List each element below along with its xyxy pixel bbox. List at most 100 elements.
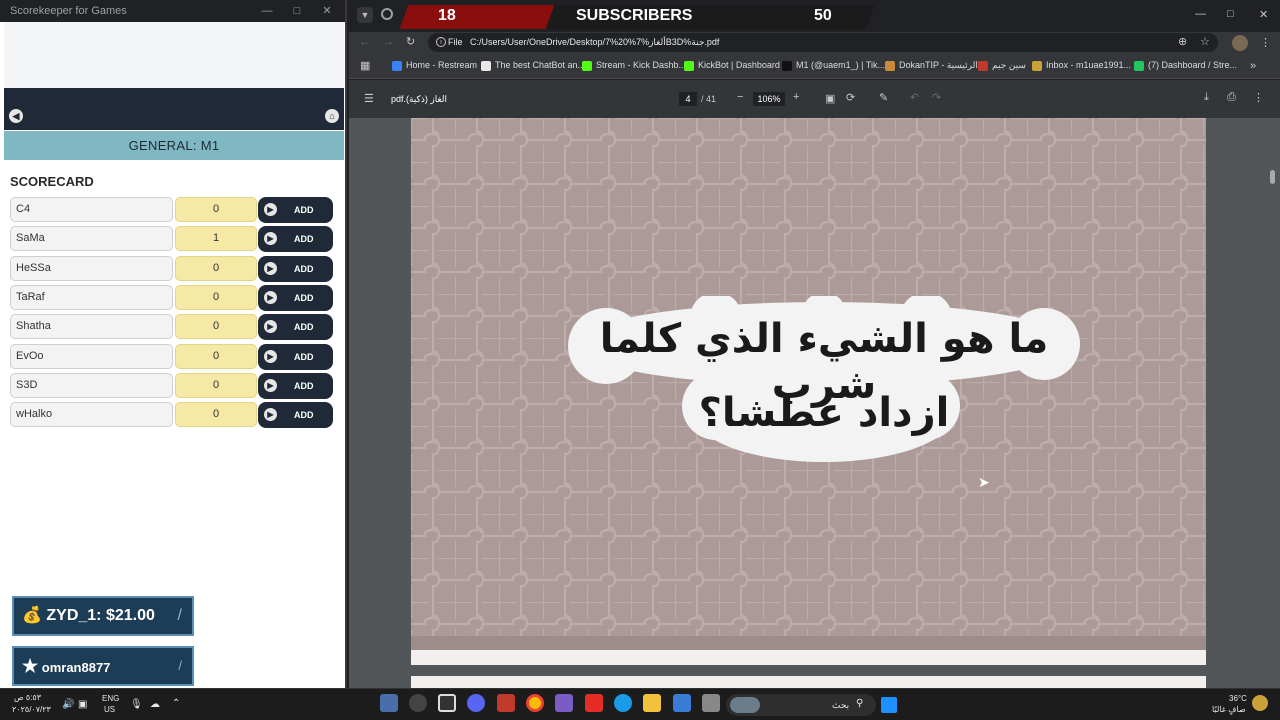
scrollbar-thumb[interactable] xyxy=(1270,170,1275,184)
taskbar-app-red[interactable] xyxy=(497,694,515,712)
bookmark-item[interactable]: The best ChatBot an... xyxy=(495,60,585,70)
player-name[interactable]: S3D xyxy=(10,372,173,398)
add-button[interactable]: ▶ ADD xyxy=(258,197,333,223)
taskbar-app-obs[interactable] xyxy=(409,694,427,712)
taskbar-app-capcut[interactable] xyxy=(438,694,456,712)
taskbar-app-youtube[interactable] xyxy=(585,694,603,712)
bookmark-item[interactable]: DokanTIP - الرئيسية xyxy=(899,60,978,71)
close-button[interactable]: ✕ xyxy=(312,0,342,22)
player-score[interactable]: 0 xyxy=(175,402,257,428)
minimize-button[interactable]: — xyxy=(252,0,282,22)
player-score[interactable]: 0 xyxy=(175,314,257,340)
taskbar-app-edge[interactable] xyxy=(614,694,632,712)
search-placeholder: بحث xyxy=(832,700,850,710)
monitor-icon[interactable]: ▣ xyxy=(78,699,87,710)
windows-start-icon[interactable] xyxy=(881,697,897,713)
annotate-icon[interactable]: ✎ xyxy=(879,91,888,104)
bookmark-item[interactable]: M1 (@uaem1_) | Tik... xyxy=(796,60,885,70)
player-score[interactable]: 0 xyxy=(175,255,257,281)
home-icon[interactable]: ⌂ xyxy=(325,109,339,123)
tab-search-button[interactable]: ▼ xyxy=(357,7,373,23)
menu-dots-icon[interactable]: ⋮ xyxy=(1260,36,1271,49)
clock-time: ٥:٥٣ ص xyxy=(14,693,42,702)
add-button[interactable]: ▶ ADD xyxy=(258,314,333,341)
player-name[interactable]: TaRaf xyxy=(10,284,173,310)
player-name[interactable]: wHalko xyxy=(10,402,173,428)
player-name[interactable]: EvOo xyxy=(10,343,173,369)
taskbar-app-vm[interactable] xyxy=(702,694,720,712)
rotate-icon[interactable]: ⟳ xyxy=(846,91,855,104)
more-bookmarks-icon[interactable]: » xyxy=(1250,60,1256,72)
url-text[interactable]: C:/Users/User/OneDrive/Desktop/7%20%ألغا… xyxy=(470,37,719,48)
forward-arrow-icon[interactable]: → xyxy=(383,36,394,48)
add-button[interactable]: ▶ ADD xyxy=(258,284,333,311)
player-score[interactable]: 0 xyxy=(175,284,257,310)
player-row: EvOo 0 ▶ ADD xyxy=(10,343,334,370)
player-score[interactable]: 0 xyxy=(175,197,257,222)
download-icon[interactable]: ⤓ xyxy=(1204,91,1209,104)
maximize-button[interactable]: □ xyxy=(282,0,312,22)
tray-chevron-icon[interactable]: ⌃ xyxy=(172,698,180,709)
taskbar-app-1[interactable] xyxy=(380,694,398,712)
player-row: TaRaf 0 ▶ ADD xyxy=(10,284,334,311)
add-button[interactable]: ▶ ADD xyxy=(258,255,333,282)
bookmark-item[interactable]: Home - Restream xyxy=(406,60,477,70)
zoom-input[interactable]: 106% xyxy=(753,92,785,106)
player-name[interactable]: SaMa xyxy=(10,226,173,252)
header-area xyxy=(4,22,344,88)
fit-page-icon[interactable]: ▣ xyxy=(825,92,835,105)
more-options-icon[interactable]: ⋮ xyxy=(1253,91,1264,104)
bookmark-favicon-icon xyxy=(1032,61,1042,71)
undo-icon[interactable]: ↶ xyxy=(910,91,919,104)
zoom-icon[interactable]: ⊕ xyxy=(1178,35,1187,48)
bookmark-item[interactable]: Inbox - m1uae1991... xyxy=(1046,60,1131,70)
browser-minimize-button[interactable]: — xyxy=(1195,8,1206,20)
reload-icon[interactable]: ↻ xyxy=(406,35,415,48)
apps-grid-icon[interactable]: ▦ xyxy=(360,59,370,72)
taskbar-search[interactable]: بحث ⚲ xyxy=(726,694,876,716)
bookmark-item[interactable]: Stream - Kick Dashb... xyxy=(596,60,686,70)
omnibox[interactable]: i File C:/Users/User/OneDrive/Desktop/7%… xyxy=(428,33,1218,52)
add-button[interactable]: ▶ ADD xyxy=(258,343,333,370)
speaker-icon[interactable]: 🔊 xyxy=(62,699,74,710)
taskbar-app-chrome[interactable] xyxy=(526,694,544,712)
scorecard-title: SCORECARD xyxy=(10,174,94,189)
browser-maximize-button[interactable]: □ xyxy=(1227,8,1234,20)
sidebar-menu-icon[interactable]: ☰ xyxy=(364,92,374,105)
redo-icon[interactable]: ↷ xyxy=(932,91,941,104)
taskbar-app-explorer[interactable] xyxy=(643,694,661,712)
add-button[interactable]: ▶ ADD xyxy=(258,372,333,399)
info-icon[interactable]: i xyxy=(436,37,446,47)
region-indicator[interactable]: US xyxy=(104,705,115,714)
print-icon[interactable]: ⎙ xyxy=(1227,91,1236,104)
taskbar-app-store[interactable] xyxy=(673,694,691,712)
player-name[interactable]: HeSSa xyxy=(10,255,173,281)
profile-avatar[interactable] xyxy=(1232,35,1248,51)
back-arrow-icon[interactable]: ← xyxy=(359,36,370,48)
player-name[interactable]: Shatha xyxy=(10,314,173,340)
player-score[interactable]: 0 xyxy=(175,343,257,369)
taskbar-app-discord[interactable] xyxy=(467,694,485,712)
weather-icon[interactable] xyxy=(1252,695,1268,711)
page-number-input[interactable]: 4 xyxy=(679,92,697,106)
bookmark-star-icon[interactable]: ☆ xyxy=(1200,35,1210,48)
add-button[interactable]: ▶ ADD xyxy=(258,402,333,429)
add-button[interactable]: ▶ ADD xyxy=(258,226,333,253)
microphone-icon[interactable]: 🎙 xyxy=(130,699,143,710)
bookmark-item[interactable]: KickBot | Dashboard xyxy=(698,60,780,70)
zoom-in-icon[interactable]: + xyxy=(793,91,799,103)
player-row: SaMa 1 ▶ ADD xyxy=(10,226,334,253)
player-name[interactable]: C4 xyxy=(10,197,173,222)
player-score[interactable]: 1 xyxy=(175,226,257,252)
browser-close-button[interactable]: ✕ xyxy=(1259,8,1268,21)
zoom-out-icon[interactable]: − xyxy=(737,91,743,103)
donation-text: ZYD_1: $21.00 xyxy=(46,607,155,624)
cloud-icon[interactable]: ☁ xyxy=(150,699,160,710)
player-score[interactable]: 0 xyxy=(175,372,257,398)
lang-indicator[interactable]: ENG xyxy=(102,694,119,703)
back-icon[interactable]: ◀ xyxy=(9,109,23,123)
taskbar-app-copilot[interactable] xyxy=(555,694,573,712)
bookmark-item[interactable]: سين جيم xyxy=(992,60,1026,71)
tab-favicon-icon[interactable] xyxy=(381,8,393,20)
bookmark-item[interactable]: (7) Dashboard / Stre... xyxy=(1148,60,1237,70)
